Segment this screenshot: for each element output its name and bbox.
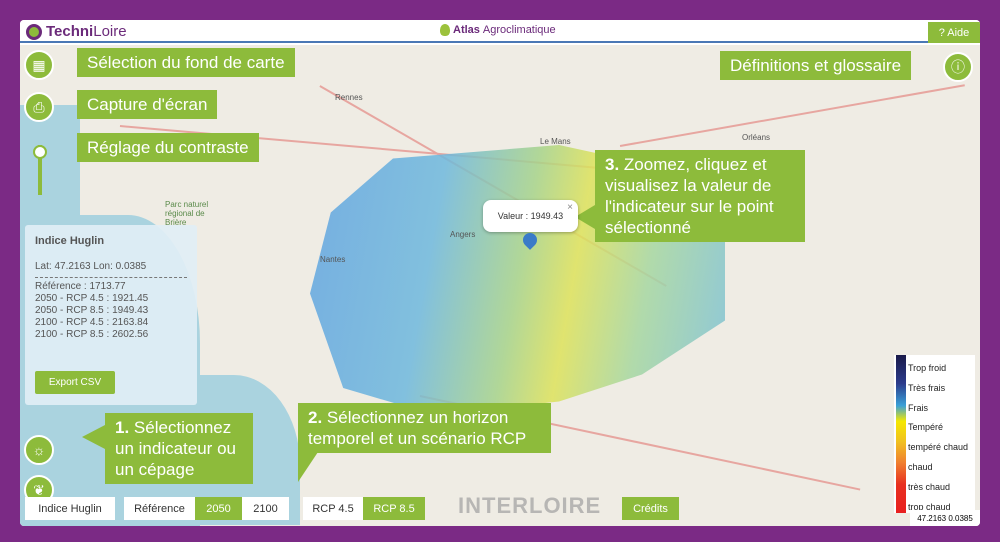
print-icon: ⎙: [33, 98, 45, 115]
sun-cloud-icon: ☼: [32, 442, 46, 458]
scenario-rcp45[interactable]: RCP 4.5: [303, 497, 363, 520]
sea: [20, 105, 80, 225]
callout-basemap: Sélection du fond de carte: [77, 48, 295, 77]
info-row: 2100 - RCP 8.5 : 2602.56: [35, 329, 149, 340]
legend-label: Tempéré: [908, 422, 944, 432]
techniloire-logo[interactable]: TechniLoire: [26, 23, 127, 40]
glossary-button[interactable]: ⓘ: [943, 52, 973, 82]
cursor-coordinates: 47.2163 0.0385: [910, 510, 980, 526]
park-label: Parc naturel régional de Brière: [165, 200, 209, 227]
help-button[interactable]: ? Aide: [928, 22, 980, 43]
info-title: Indice Huglin: [35, 235, 105, 247]
legend-label: chaud: [908, 462, 933, 472]
credits-button[interactable]: Crédits: [622, 497, 679, 520]
info-latlon: Lat: 47.2163 Lon: 0.0385: [35, 261, 147, 272]
atlas-rest: Agroclimatique: [482, 24, 556, 36]
info-row: Référence : 1713.77: [35, 281, 126, 292]
popup-close-button[interactable]: ×: [567, 202, 573, 213]
export-csv-button[interactable]: Export CSV: [35, 371, 115, 394]
popup-value: Valeur : 1949.43: [497, 211, 564, 221]
map[interactable]: Rennes Nantes Angers Le Mans Orléans Par…: [20, 45, 980, 526]
legend-label: tempéré chaud: [908, 442, 969, 452]
contrast-slider[interactable]: [33, 145, 47, 195]
city-label: Le Mans: [540, 137, 571, 146]
step-number: 1.: [115, 418, 130, 437]
map-icon: ▦: [32, 56, 46, 73]
basemap-button[interactable]: ▦: [24, 50, 54, 80]
divider: [35, 277, 187, 278]
info-row: 2050 - RCP 8.5 : 1949.43: [35, 305, 149, 316]
horizon-2050[interactable]: 2050: [195, 497, 242, 520]
legend-label: Frais: [908, 403, 928, 413]
city-label: Orléans: [742, 133, 771, 142]
horizon-reference[interactable]: Référence: [124, 497, 195, 520]
legend-label: Très frais: [908, 383, 946, 393]
callout-capture: Capture d'écran: [77, 90, 218, 119]
scenario-rcp85[interactable]: RCP 8.5: [363, 497, 425, 520]
callout-step1: 1. Sélectionnez un indicateur ou un cépa…: [105, 413, 253, 484]
globe-icon: [440, 24, 450, 36]
step-number: 3.: [605, 155, 620, 174]
step-number: 2.: [308, 408, 323, 427]
callout-step2: 2. Sélectionnez un horizon temporel et u…: [298, 403, 551, 453]
callout-contrast: Réglage du contraste: [77, 133, 259, 162]
step-text: Zoomez, cliquez et visualisez la valeur …: [605, 155, 774, 237]
logo-icon: [26, 23, 42, 40]
brand-bold: Techni: [46, 23, 94, 40]
callout-tail: [82, 425, 105, 449]
indicator-button[interactable]: ☼: [24, 435, 54, 465]
app-window: TechniLoire Atlas Agroclimatique ? Aide R…: [20, 20, 980, 526]
callout-step3: 3. Zoomez, cliquez et visualisez la vale…: [595, 150, 805, 242]
step-text: Sélectionnez un horizon temporel et un s…: [308, 408, 527, 448]
legend: Trop froid Très frais Frais Tempéré temp…: [894, 355, 975, 513]
info-icon: ⓘ: [951, 59, 965, 75]
legend-label: très chaud: [908, 482, 951, 492]
brand-rest: Loire: [93, 23, 127, 40]
atlas-title: Atlas Agroclimatique: [440, 24, 556, 36]
info-panel: Indice Huglin Lat: 47.2163 Lon: 0.0385 R…: [25, 225, 197, 405]
city-label: Rennes: [335, 93, 363, 102]
city-label: Angers: [450, 230, 476, 239]
info-row: 2100 - RCP 4.5 : 2163.84: [35, 317, 149, 328]
grape-icon: ❦: [33, 481, 45, 498]
atlas-bold: Atlas: [453, 24, 480, 36]
info-row: 2050 - RCP 4.5 : 1921.45: [35, 293, 149, 304]
callout-tail: [575, 205, 595, 229]
city-label: Nantes: [320, 255, 346, 264]
screenshot-button[interactable]: ⎙: [24, 92, 54, 122]
legend-label: Trop froid: [908, 363, 947, 373]
indicator-select[interactable]: Indice Huglin: [25, 497, 115, 520]
step-text: Sélectionnez un indicateur ou un cépage: [115, 418, 236, 479]
header: TechniLoire Atlas Agroclimatique ? Aide: [20, 20, 980, 43]
interloire-logo: INTERLOIRE: [458, 493, 602, 518]
slider-knob[interactable]: [33, 145, 47, 159]
legend-color-bar: [896, 355, 906, 513]
callout-tail: [298, 452, 318, 482]
value-popup: Valeur : 1949.43 ×: [483, 200, 578, 232]
callout-glossary: Définitions et glossaire: [720, 51, 912, 80]
road: [619, 84, 965, 147]
horizon-2100[interactable]: 2100: [242, 497, 289, 520]
